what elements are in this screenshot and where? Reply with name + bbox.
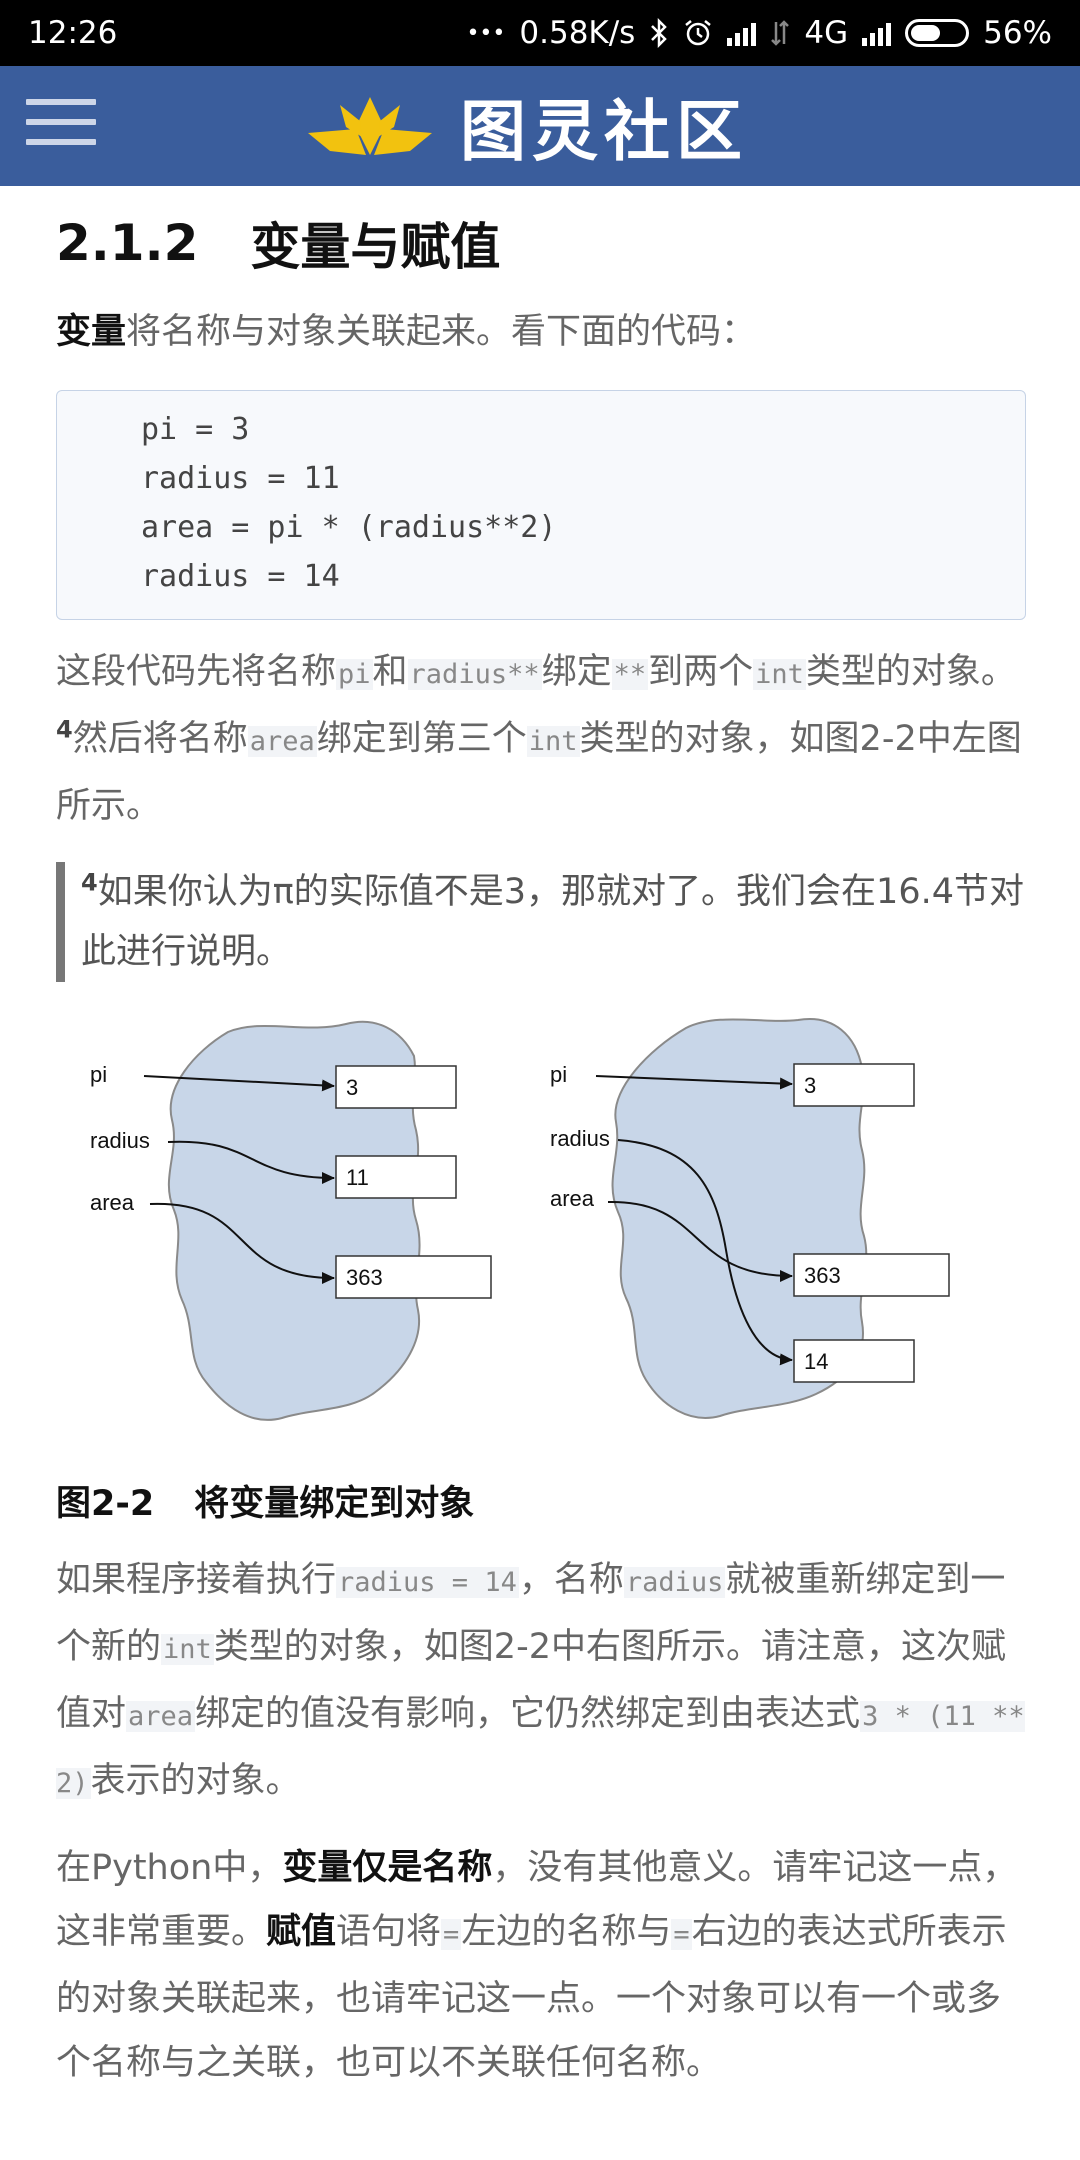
svg-text:3: 3 (346, 1075, 358, 1100)
more-dots-icon: ••• (466, 20, 506, 46)
left-label-radius: radius (90, 1128, 150, 1153)
data-arrows-icon (770, 18, 790, 48)
bold-term: 变量 (56, 312, 127, 352)
binding-diagram: pi radius area 3 11 363 pi radius area 3… (90, 1018, 950, 1421)
hamburger-icon (26, 99, 96, 105)
bluetooth-icon (649, 18, 669, 48)
status-bar: 12:26 ••• 0.58K/s 4G 56% (0, 0, 1080, 66)
status-time: 12:26 (28, 15, 118, 51)
menu-button[interactable] (26, 99, 96, 153)
svg-text:363: 363 (346, 1265, 383, 1290)
svg-text:363: 363 (804, 1263, 841, 1288)
bold-term: 变量仅是名称 (282, 1848, 493, 1888)
app-header: 图灵社区 (0, 66, 1080, 186)
footnote-number: 4 (81, 868, 98, 897)
section-number: 2.1.2 (56, 214, 199, 272)
figure-caption-text: 将变量绑定到对象 (194, 1483, 475, 1524)
right-label-area: area (550, 1186, 595, 1211)
brand-name: 图灵社区 (460, 93, 748, 170)
left-label-pi: pi (90, 1062, 107, 1087)
code-line: radius = 11 (141, 461, 340, 496)
figure-label: 图2-2 (56, 1483, 155, 1524)
paragraph-2: 这段代码先将名称pi和radius**绑定**到两个int类型的对象。4然后将名… (56, 652, 1022, 826)
svg-text:14: 14 (804, 1349, 828, 1374)
network-type: 4G (804, 15, 849, 51)
alarm-icon (683, 18, 713, 48)
brand-logo[interactable]: 图灵社区 (300, 88, 748, 170)
paragraph-4: 在Python中，变量仅是名称，没有其他意义。请牢记这一点，这非常重要。赋值语句… (56, 1848, 1018, 2083)
section-title: 2.1.2 变量与赋值 (56, 208, 1026, 278)
code-line: radius = 14 (141, 559, 340, 594)
figure-2-2: pi radius area 3 11 363 pi radius area 3… (56, 1010, 1026, 1470)
code-line: area = pi * (radius**2) (141, 510, 557, 545)
footnote-ref[interactable]: 4 (56, 715, 73, 743)
paragraph-3: 如果程序接着执行radius = 14，名称radius就被重新绑定到一个新的i… (56, 1560, 1025, 1801)
footnote: 4如果你认为π的实际值不是3，那就对了。我们会在16.4节对此进行说明。 (56, 862, 1026, 982)
battery-icon (905, 19, 970, 47)
left-label-area: area (90, 1190, 135, 1215)
bold-term: 赋值 (266, 1912, 337, 1952)
net-speed: 0.58K/s (519, 15, 636, 51)
signal-icon (727, 20, 757, 46)
battery-percent: 56% (983, 15, 1052, 51)
article-content: 2.1.2 变量与赋值 变量将名称与对象关联起来。看下面的代码： pi = 3 … (56, 186, 1026, 2095)
right-label-pi: pi (550, 1062, 567, 1087)
right-label-radius: radius (550, 1126, 610, 1151)
paragraph-1: 变量将名称与对象关联起来。看下面的代码： (56, 312, 757, 352)
code-block: pi = 3 radius = 11 area = pi * (radius**… (56, 390, 1026, 620)
svg-text:11: 11 (346, 1165, 369, 1190)
turing-logo-icon (308, 97, 432, 155)
code-line: pi = 3 (141, 412, 250, 447)
svg-text:3: 3 (804, 1073, 816, 1098)
section-title-text: 变量与赋值 (250, 218, 501, 276)
signal-icon-2 (862, 20, 892, 46)
figure-caption: 图2-2 将变量绑定到对象 (56, 1470, 1026, 1530)
